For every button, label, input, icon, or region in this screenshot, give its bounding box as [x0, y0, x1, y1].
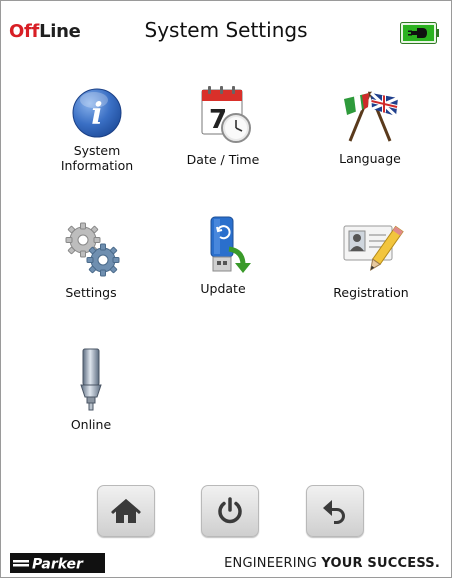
info-icon: i — [72, 88, 122, 138]
back-arrow-icon — [323, 500, 345, 524]
power-icon — [218, 497, 242, 524]
tile-system-information[interactable]: i System Information — [37, 87, 157, 173]
tile-label: Language — [339, 151, 401, 166]
tile-label: Registration — [333, 285, 409, 300]
probe-icon — [80, 348, 102, 411]
app-window: OffLine System Settings i System Informa… — [0, 0, 452, 578]
id-card-pencil-icon — [343, 225, 404, 271]
home-icon — [111, 499, 141, 523]
flags-icon — [344, 91, 399, 142]
tile-label: System — [73, 143, 121, 158]
tagline-bold: YOUR SUCCESS. — [321, 556, 440, 571]
calendar-clock-icon: 7 — [201, 86, 251, 143]
usb-update-icon — [210, 216, 251, 273]
tile-language[interactable]: Language — [310, 87, 430, 166]
page-title: System Settings — [144, 18, 308, 42]
tagline-regular: ENGINEERING — [224, 556, 322, 571]
tile-label: Date / Time — [186, 152, 260, 167]
svg-text:Parker: Parker — [32, 557, 84, 573]
tile-label-line2: Information — [60, 158, 134, 173]
battery-plugged-icon — [400, 22, 439, 44]
tile-label: Online — [70, 417, 112, 432]
svg-text:i: i — [91, 97, 102, 132]
power-button[interactable] — [201, 485, 259, 537]
tile-date-time[interactable]: 7 Date / Time — [163, 84, 283, 167]
parker-logo: Parker — [10, 553, 105, 573]
tile-online[interactable]: Online — [31, 347, 151, 432]
tile-registration[interactable]: Registration — [311, 220, 431, 300]
tile-label: Update — [200, 281, 246, 296]
header-bar: OffLine System Settings — [1, 1, 451, 45]
home-button[interactable] — [97, 485, 155, 537]
tile-label: Settings — [65, 285, 117, 300]
gears-icon — [65, 222, 120, 277]
back-button[interactable] — [306, 485, 364, 537]
tile-settings[interactable]: Settings — [31, 220, 151, 300]
tagline: ENGINEERING YOUR SUCCESS. — [224, 556, 440, 571]
tile-update[interactable]: Update — [163, 215, 283, 296]
